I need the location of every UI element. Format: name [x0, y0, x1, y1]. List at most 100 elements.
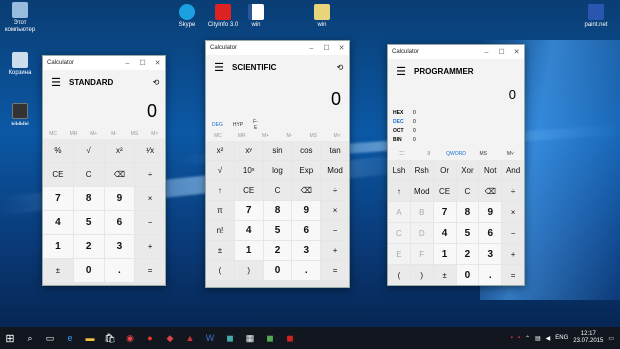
key-button[interactable]: −	[502, 223, 524, 243]
key-button[interactable]: x²	[104, 139, 135, 162]
memory-button[interactable]: M˅	[145, 131, 165, 137]
menu-icon[interactable]: ☰	[206, 61, 232, 74]
app-icon[interactable]: ◼	[260, 327, 280, 349]
key-button[interactable]: ↑	[388, 181, 410, 201]
tool-button[interactable]: ⁞⁞	[415, 151, 442, 157]
title-bar[interactable]: Calculator – ☐ ✕	[388, 45, 524, 59]
key-button[interactable]: ×	[321, 201, 349, 220]
chevron-up-icon[interactable]: ⌃	[525, 335, 530, 342]
key-button[interactable]: 2	[73, 235, 104, 258]
key-button[interactable]: cos	[292, 141, 321, 160]
title-bar[interactable]: Calculator – ☐ ✕	[206, 41, 349, 55]
desktop-icon-win-doc[interactable]: win	[236, 4, 276, 29]
key-button[interactable]: 6	[292, 221, 321, 240]
memory-button[interactable]: M-	[104, 131, 124, 137]
chrome-icon[interactable]: ◉	[120, 327, 140, 349]
key-button[interactable]: sin	[263, 141, 292, 160]
memory-button[interactable]: M˅	[325, 133, 349, 139]
key-button[interactable]: =	[135, 259, 165, 282]
key-button[interactable]: C	[456, 181, 479, 201]
desktop-icon-recycle-bin[interactable]: Корзина	[0, 52, 40, 77]
key-button[interactable]: 6	[104, 211, 135, 234]
key-button[interactable]: 6	[479, 223, 502, 243]
key-button[interactable]: ÷	[135, 163, 165, 186]
edge-icon[interactable]: e	[60, 327, 80, 349]
desktop-icon-this-pc[interactable]: Этот компьютер	[0, 2, 40, 34]
key-button[interactable]: CE	[234, 181, 263, 200]
maximize-icon[interactable]: ☐	[319, 44, 334, 52]
minimize-icon[interactable]: –	[479, 49, 494, 56]
key-button[interactable]: 3	[104, 235, 135, 258]
key-button[interactable]: Lsh	[388, 160, 410, 180]
key-button[interactable]: 8	[456, 202, 479, 222]
key-button[interactable]: −	[135, 211, 165, 234]
key-button[interactable]: 0	[456, 265, 479, 285]
key-button[interactable]: 7	[234, 201, 263, 220]
app-icon[interactable]: ●	[140, 327, 160, 349]
key-button[interactable]: 1	[234, 241, 263, 260]
key-button[interactable]: .	[104, 259, 135, 282]
key-button[interactable]: ÷	[502, 181, 524, 201]
angle-toggle[interactable]: HYP	[233, 122, 243, 128]
memory-button[interactable]: MC	[43, 131, 63, 137]
key-button[interactable]: =	[502, 265, 524, 285]
key-button[interactable]: 2	[263, 241, 292, 260]
key-button[interactable]: 4	[43, 211, 73, 234]
key-button[interactable]: π	[206, 201, 234, 220]
key-button[interactable]: 0	[73, 259, 104, 282]
key-button[interactable]: And	[502, 160, 524, 180]
calculator-standard-window[interactable]: Calculator – ☐ ✕ ☰ STANDARD ⟲ 0 MC MR M+ M- MS M˅ …	[42, 55, 166, 286]
key-button[interactable]: ×	[135, 187, 165, 210]
app-icon[interactable]: ◆	[160, 327, 180, 349]
key-button[interactable]: 9	[292, 201, 321, 220]
key-button[interactable]: Or	[433, 160, 456, 180]
key-button[interactable]: 4	[433, 223, 456, 243]
app-icon[interactable]: ▲	[180, 327, 200, 349]
key-button[interactable]: B	[410, 202, 433, 222]
key-button[interactable]: 5	[456, 223, 479, 243]
key-button[interactable]: Mod	[321, 161, 349, 180]
key-button[interactable]: ⌫	[292, 181, 321, 200]
tray-icon[interactable]: ▪	[511, 335, 513, 341]
angle-toggle[interactable]: F-E	[253, 119, 258, 131]
key-button[interactable]: C	[263, 181, 292, 200]
key-button[interactable]: −	[321, 221, 349, 240]
memory-button[interactable]: MS	[301, 133, 325, 139]
key-button[interactable]: )	[234, 261, 263, 280]
key-button[interactable]: xʸ	[234, 141, 263, 160]
close-icon[interactable]: ✕	[334, 44, 349, 52]
menu-icon[interactable]: ☰	[43, 76, 69, 89]
key-button[interactable]: ±	[206, 241, 234, 260]
key-button[interactable]: ±	[433, 265, 456, 285]
key-button[interactable]: Not	[479, 160, 502, 180]
memory-button[interactable]: MC	[206, 133, 230, 139]
memory-button[interactable]: MR	[63, 131, 83, 137]
key-button[interactable]: %	[43, 139, 73, 162]
notification-icon[interactable]: ▭	[608, 335, 614, 342]
key-button[interactable]: 10ˣ	[234, 161, 263, 180]
key-button[interactable]: .	[292, 261, 321, 280]
key-button[interactable]: CE	[433, 181, 456, 201]
close-icon[interactable]: ✕	[150, 59, 165, 67]
key-button[interactable]: D	[410, 223, 433, 243]
key-button[interactable]: +	[321, 241, 349, 260]
memory-button[interactable]: M+	[254, 133, 278, 139]
key-button[interactable]: F	[410, 244, 433, 264]
calculator-icon[interactable]: ▦	[240, 327, 260, 349]
memory-button[interactable]: MR	[230, 133, 254, 139]
key-button[interactable]: ↑	[206, 181, 234, 200]
calculator-scientific-window[interactable]: Calculator – ☐ ✕ ☰ SCIENTIFIC ⟲ 0 DEG HYP F-E M…	[205, 40, 350, 288]
key-button[interactable]: ×	[502, 202, 524, 222]
key-button[interactable]: ÷	[321, 181, 349, 200]
desktop-icon-paintnet[interactable]: paint.net	[576, 4, 616, 29]
key-button[interactable]: CE	[43, 163, 73, 186]
key-button[interactable]: 9	[479, 202, 502, 222]
angle-toggle[interactable]: DEG	[212, 122, 223, 128]
history-icon[interactable]: ⟲	[147, 78, 165, 87]
key-button[interactable]: n!	[206, 221, 234, 240]
title-bar[interactable]: Calculator – ☐ ✕	[43, 56, 165, 70]
key-button[interactable]: x²	[206, 141, 234, 160]
tool-button[interactable]: ⁚⁚⁚	[388, 151, 415, 157]
key-button[interactable]: )	[410, 265, 433, 285]
key-button[interactable]: √	[206, 161, 234, 180]
